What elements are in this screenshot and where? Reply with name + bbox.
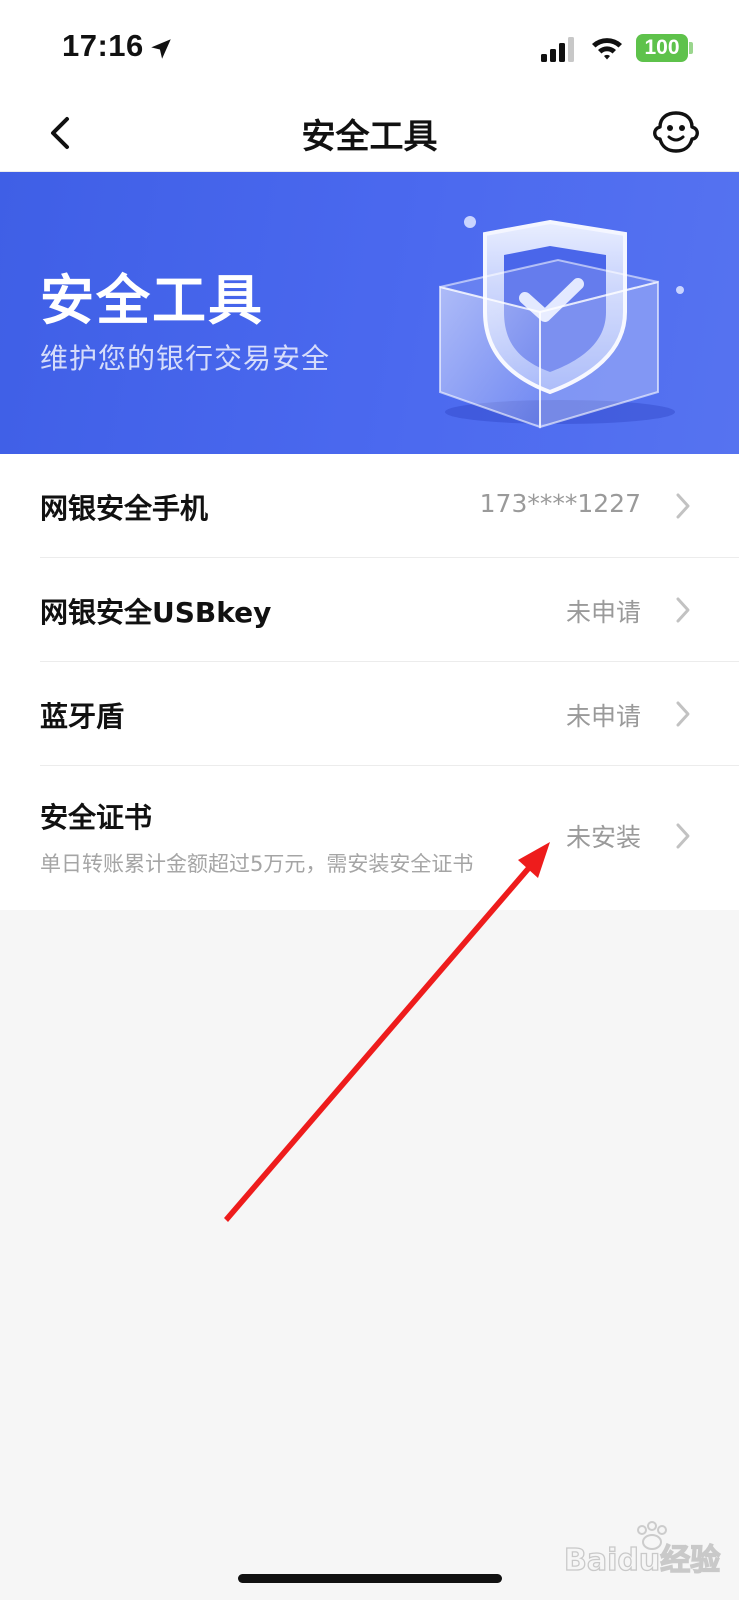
svg-text:Baidu经验: Baidu经验 xyxy=(564,1543,720,1578)
battery-icon: 100 xyxy=(636,34,688,62)
page-title: 安全工具 xyxy=(301,117,438,157)
list-item-security-certificate[interactable]: 安全证书 单日转账累计金额超过5万元，需安装安全证书 未安装 xyxy=(0,766,739,910)
item-label: 网银安全USBkey xyxy=(40,596,272,629)
home-indicator[interactable] xyxy=(238,1574,502,1583)
chevron-right-icon xyxy=(676,493,690,519)
item-hint: 单日转账累计金额超过5万元，需安装安全证书 xyxy=(40,852,474,876)
shield-check-box-icon xyxy=(439,216,684,429)
list-item-bluetooth-shield[interactable]: 蓝牙盾 未申请 xyxy=(0,662,739,766)
list-item-usbkey[interactable]: 网银安全USBkey 未申请 xyxy=(0,558,739,662)
customer-service-icon[interactable] xyxy=(650,107,702,159)
hero-banner: 安全工具 维护您的银行交易安全 xyxy=(0,172,739,454)
status-time: 17:16 xyxy=(62,28,144,63)
list-item-security-phone[interactable]: 网银安全手机 173****1227 xyxy=(0,454,739,558)
chevron-right-icon xyxy=(676,823,690,849)
battery-cap xyxy=(689,42,693,54)
item-label: 安全证书 xyxy=(40,801,153,834)
banner-subtitle: 维护您的银行交易安全 xyxy=(40,342,331,375)
item-label: 蓝牙盾 xyxy=(40,700,125,733)
location-arrow-icon xyxy=(151,39,171,59)
item-value: 173****1227 xyxy=(479,489,641,518)
security-tool-list: 网银安全手机 173****1227 网银安全USBkey 未申请 蓝牙盾 未申… xyxy=(0,454,739,910)
item-value: 未申请 xyxy=(565,702,641,731)
wifi-icon xyxy=(592,38,622,60)
chevron-right-icon xyxy=(676,597,690,623)
item-value: 未申请 xyxy=(565,598,641,627)
banner-title: 安全工具 xyxy=(40,269,264,332)
item-label: 网银安全手机 xyxy=(40,492,209,525)
cellular-signal-icon xyxy=(541,37,574,62)
baidu-jingyan-watermark: Baidu经验 xyxy=(563,1521,721,1579)
item-value: 未安装 xyxy=(565,823,641,852)
navigation-bar: 安全工具 xyxy=(0,95,739,172)
chevron-right-icon xyxy=(676,701,690,727)
status-bar: 17:16 100 xyxy=(0,0,739,95)
